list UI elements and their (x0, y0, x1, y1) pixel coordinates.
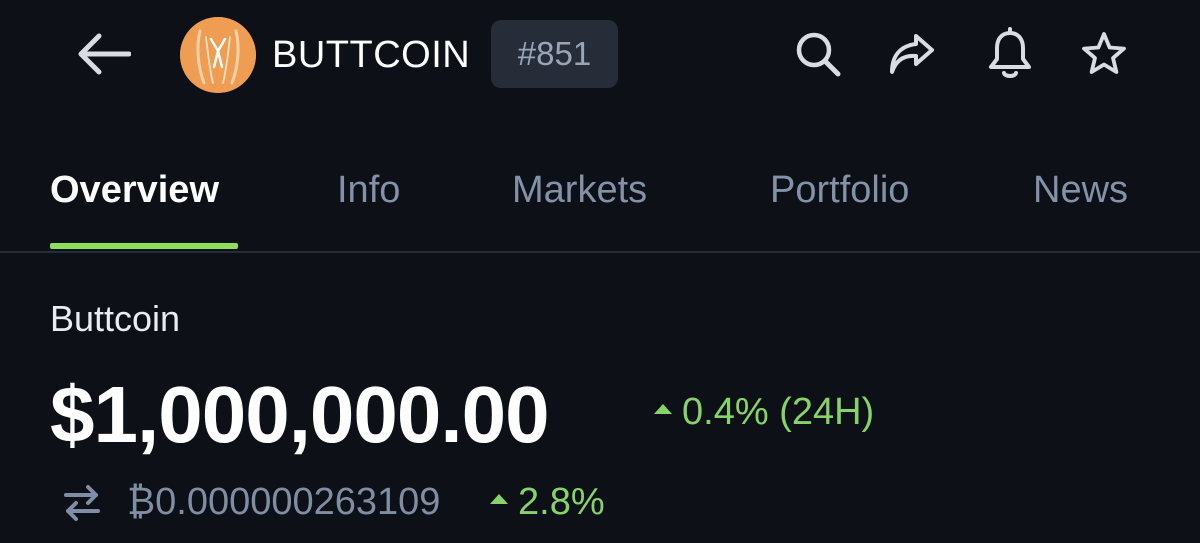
coin-logo (180, 17, 256, 93)
tab-overview[interactable]: Overview (50, 166, 219, 214)
triangle-up-icon (490, 494, 508, 504)
price-change-24h: 0.4% (24H) (654, 388, 874, 436)
btc-price-change-text: 2.8% (518, 481, 605, 523)
back-button[interactable] (72, 28, 134, 80)
favorite-button[interactable] (1076, 28, 1132, 80)
notifications-button[interactable] (982, 26, 1038, 82)
share-icon (890, 34, 934, 74)
coin-detail-page: BUTTCOIN #851 Overview Info Markets Port… (0, 0, 1200, 543)
active-tab-indicator (50, 243, 238, 249)
top-app-bar: BUTTCOIN #851 (0, 0, 1200, 110)
rank-badge: #851 (491, 20, 618, 88)
tab-news[interactable]: News (1033, 166, 1128, 214)
star-icon (1082, 32, 1126, 74)
coin-symbol: BUTTCOIN (272, 34, 471, 76)
btc-price-value: ₿0.000000263109 (127, 481, 441, 523)
price-change-24h-text: 0.4% (24H) (682, 391, 875, 433)
tab-bar: Overview Info Markets Portfolio News (0, 150, 1200, 254)
divider (0, 251, 1200, 253)
tab-markets[interactable]: Markets (512, 166, 647, 214)
bell-icon (989, 27, 1031, 78)
arrow-left-icon (78, 33, 131, 75)
price-value: $1,000,000.00 (50, 370, 550, 459)
search-icon (796, 32, 841, 77)
triangle-up-icon (654, 404, 672, 414)
tab-portfolio[interactable]: Portfolio (770, 166, 909, 214)
coin-name: Buttcoin (50, 298, 181, 339)
search-button[interactable] (790, 28, 846, 80)
swap-arrows-icon[interactable] (62, 483, 102, 523)
tab-info[interactable]: Info (337, 166, 400, 214)
share-button[interactable] (884, 28, 940, 80)
btc-price-change: 2.8% (490, 478, 605, 526)
